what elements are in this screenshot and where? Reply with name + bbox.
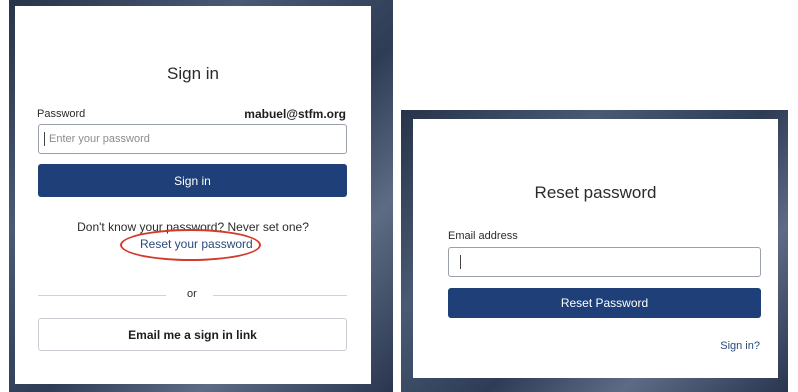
- annotation-circle: [120, 229, 261, 261]
- email-sign-in-link-button[interactable]: Email me a sign in link: [38, 318, 347, 351]
- email-address-label: Email address: [448, 230, 518, 242]
- text-caret: [460, 255, 461, 269]
- account-email: mabuel@stfm.org: [244, 107, 346, 121]
- password-label: Password: [37, 108, 86, 120]
- sign-in-title: Sign in: [167, 64, 219, 83]
- reset-password-card: Reset password Email address Reset Passw…: [413, 119, 778, 378]
- password-input[interactable]: [38, 124, 347, 154]
- divider-line-right: [213, 295, 347, 296]
- divider-or: or: [187, 288, 197, 300]
- sign-in-card: Sign in Password mabuel@stfm.org Sign in…: [15, 6, 371, 384]
- text-caret: [44, 132, 45, 146]
- divider-line-left: [38, 295, 166, 296]
- reset-password-button[interactable]: Reset Password: [448, 288, 761, 318]
- sign-in-button[interactable]: Sign in: [38, 164, 347, 197]
- email-address-input[interactable]: [448, 247, 761, 277]
- reset-password-title: Reset password: [534, 183, 657, 202]
- sign-in-link[interactable]: Sign in?: [720, 340, 760, 352]
